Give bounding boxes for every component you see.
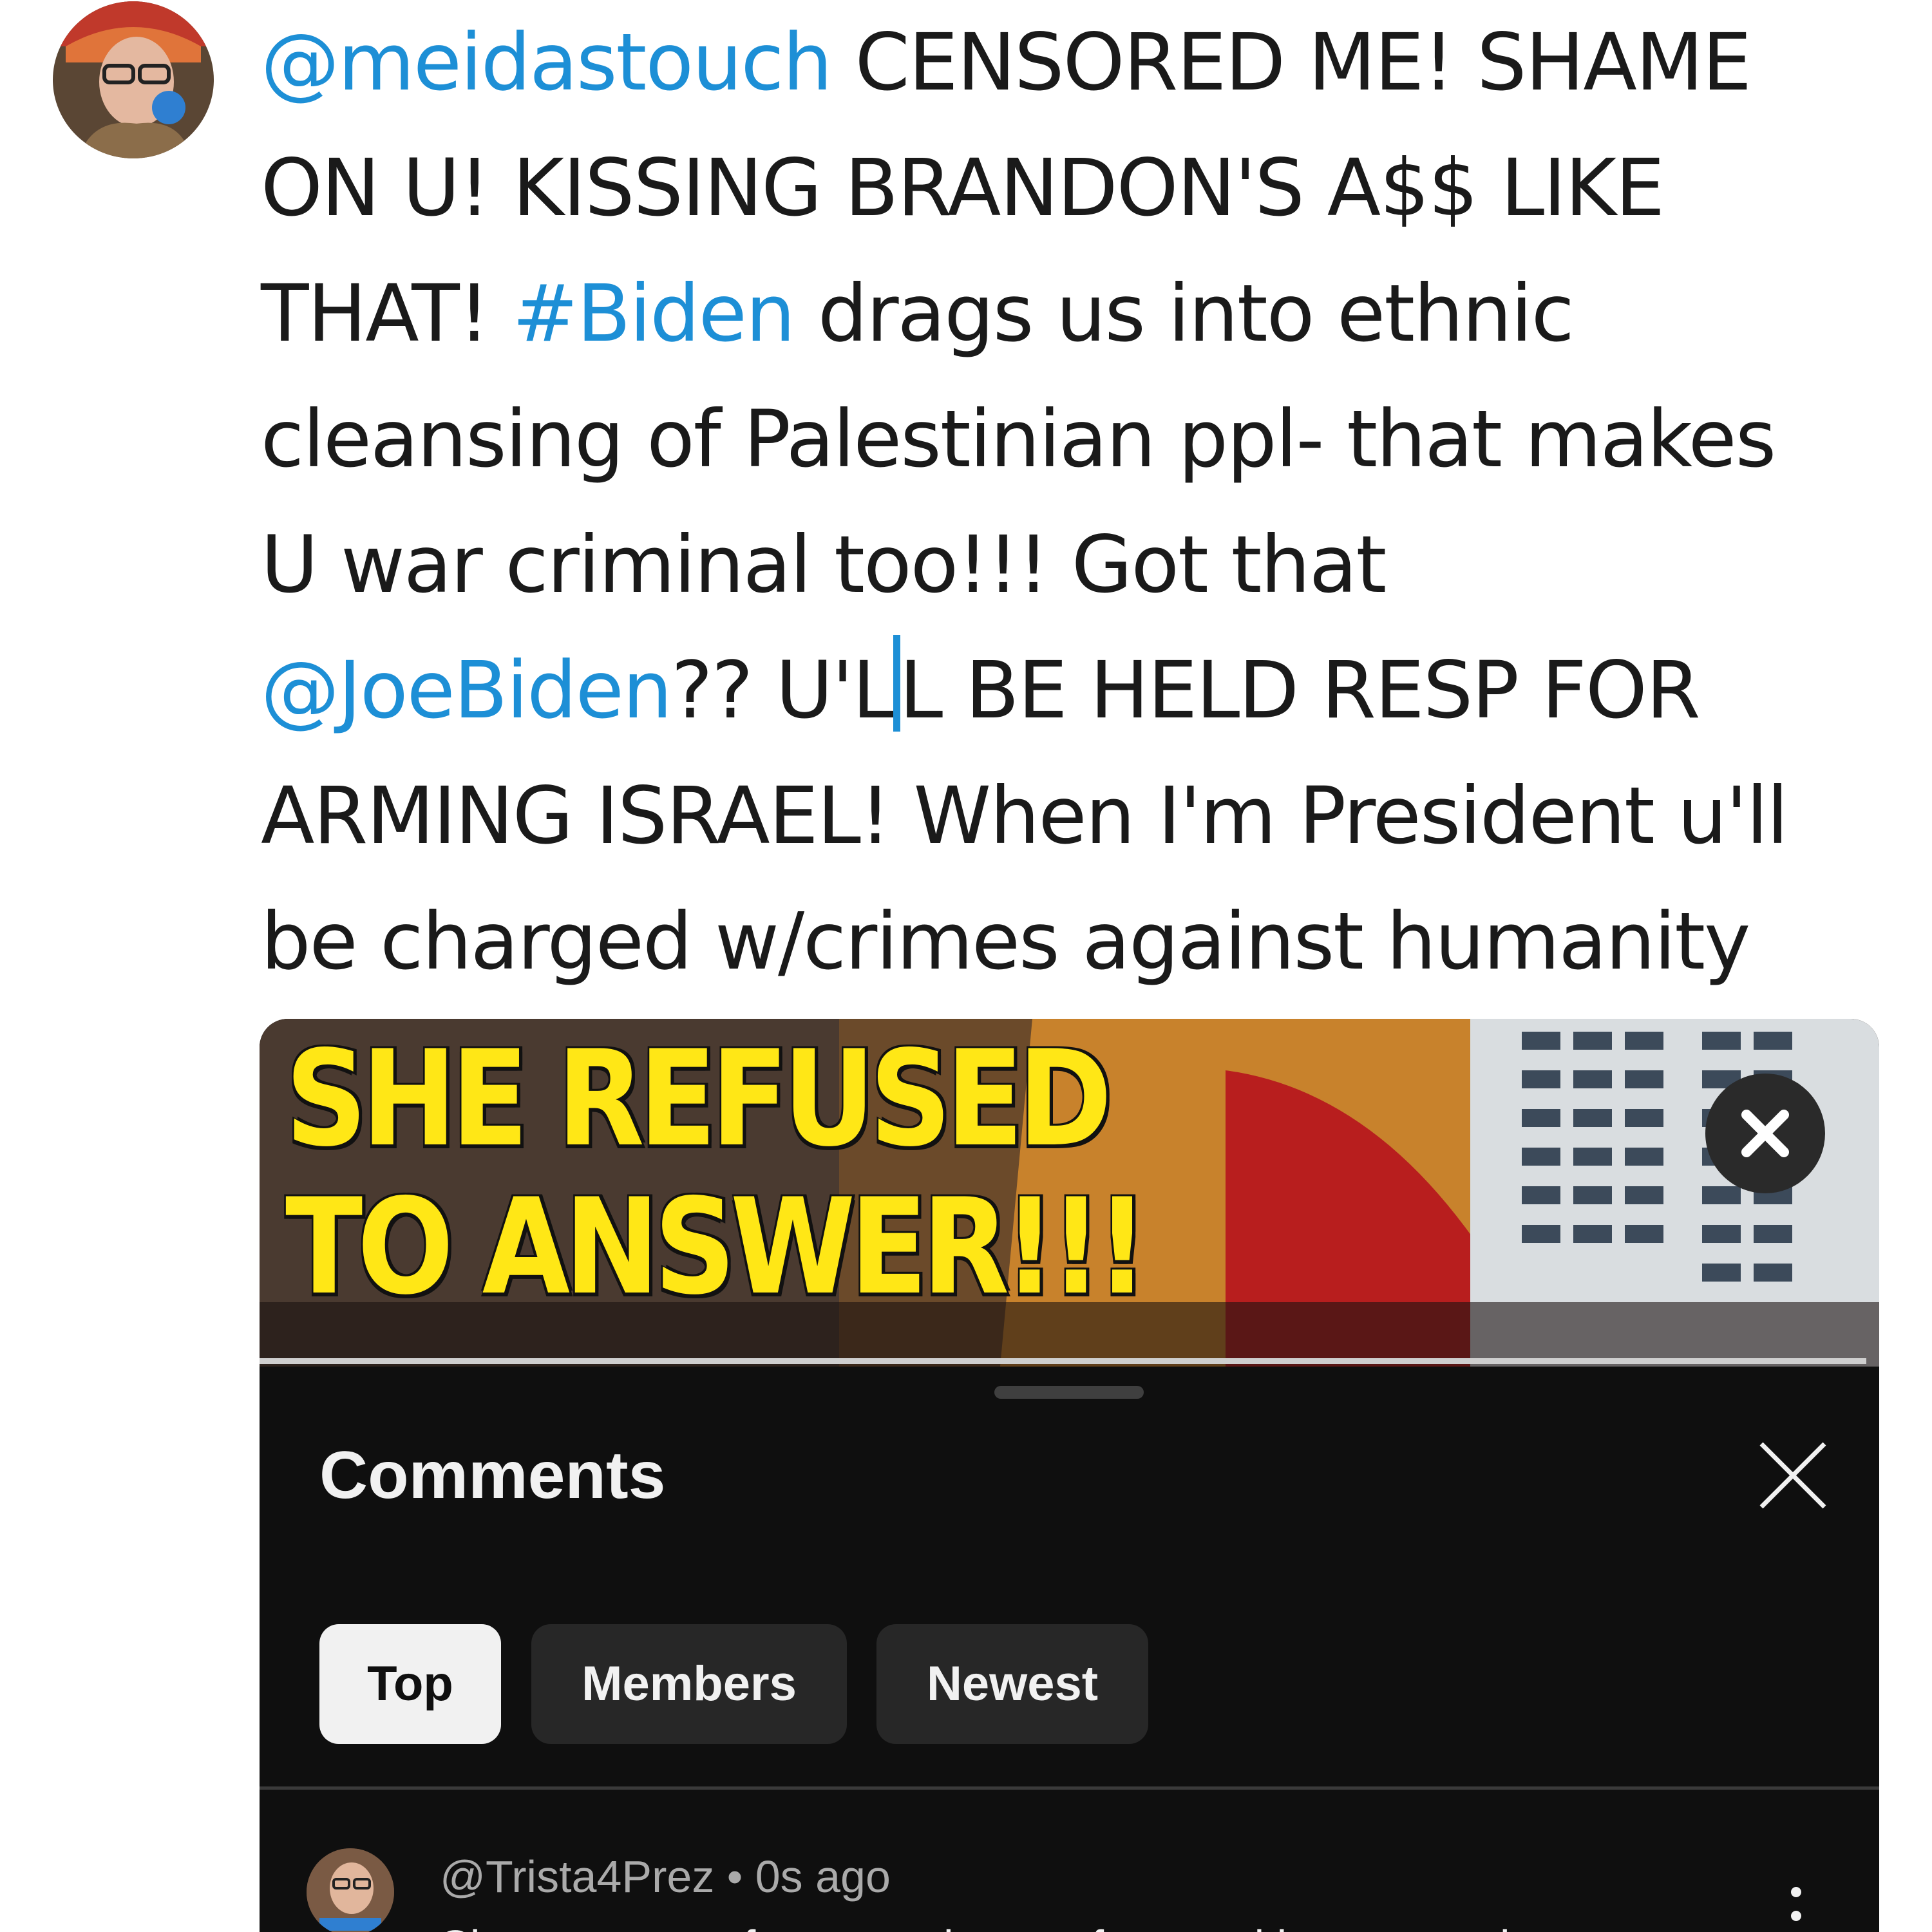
tweet-line: @JoeBiden?? U'LL BE HELD RESP FOR [261, 628, 1909, 753]
filter-chip-top[interactable]: Top [319, 1624, 501, 1744]
embedded-screenshot: SHE REFUSED TO ANSWER!!! Comments Top Me… [260, 1019, 1879, 1932]
mention-link[interactable]: @JoeBiden [261, 645, 672, 736]
filter-chip-newest[interactable]: Newest [876, 1624, 1148, 1744]
mention-link[interactable]: @meidastouch [261, 17, 833, 108]
author-avatar[interactable] [53, 1, 214, 158]
tweet-text-segment: drags us into ethnic [794, 268, 1575, 359]
comments-title: Comments [319, 1438, 666, 1513]
tweet-text-segment: ARMING ISRAEL! When I'm President u'll [261, 770, 1788, 862]
tweet-text-segment: ?? U'L [671, 645, 896, 736]
tweet-text-segment: be charged w/crimes against humanity [261, 896, 1750, 987]
tweet-text-segment: U war criminal too!!! Got that [261, 519, 1387, 611]
tweet-text-segment: THAT! [261, 268, 513, 359]
comment-time: 0s ago [755, 1852, 891, 1902]
tweet-line: U war criminal too!!! Got that [261, 502, 1909, 628]
thumbnail-close-button[interactable] [1705, 1074, 1825, 1193]
video-headline: SHE REFUSED TO ANSWER!!! [285, 1023, 1148, 1324]
tweet-line: @meidastouch CENSORED ME! SHAME [261, 0, 1909, 126]
comment-author[interactable]: @Trista4Prez [440, 1852, 714, 1902]
tweet-text-segment: cleansing of Palestinian ppl- that makes [261, 393, 1776, 485]
tweet-line: THAT! #Biden drags us into ethnic [261, 251, 1909, 377]
sheet-close-button[interactable] [1755, 1437, 1831, 1513]
tweet-line: cleansing of Palestinian ppl- that makes [261, 377, 1909, 502]
tweet-text-segment: L BE HELD RESP FOR [899, 645, 1700, 736]
comment-meta: @Trista4Prez • 0s ago [440, 1851, 891, 1902]
video-progress-bar[interactable] [260, 1358, 1866, 1364]
filter-chip-members[interactable]: Members [531, 1624, 847, 1744]
tweet-text-segment: ON U! KISSING BRANDON'S A$$ LIKE [261, 142, 1665, 234]
sheet-drag-handle[interactable] [994, 1386, 1144, 1399]
comment-text: Shame on you for censoring me for speaki… [440, 1920, 1570, 1932]
meta-separator: • [714, 1852, 755, 1902]
commenter-avatar[interactable] [307, 1848, 394, 1932]
more-vertical-icon[interactable] [1783, 1887, 1809, 1932]
comments-sheet: Comments Top Members Newest @Trista4Prez… [260, 1367, 1879, 1932]
tweet-text-segment: CENSORED ME! SHAME [831, 17, 1752, 108]
tweet-line: ARMING ISRAEL! When I'm President u'll [261, 753, 1909, 879]
divider [260, 1786, 1879, 1790]
close-icon [1759, 1442, 1826, 1509]
tweet-line: be charged w/crimes against humanity [261, 879, 1909, 1005]
close-icon [1741, 1110, 1789, 1157]
video-thumbnail[interactable]: SHE REFUSED TO ANSWER!!! [260, 1019, 1879, 1367]
tweet-text: @meidastouch CENSORED ME! SHAME ON U! KIS… [261, 0, 1909, 1005]
tweet-line: ON U! KISSING BRANDON'S A$$ LIKE [261, 126, 1909, 251]
hashtag-link[interactable]: #Biden [512, 268, 795, 359]
